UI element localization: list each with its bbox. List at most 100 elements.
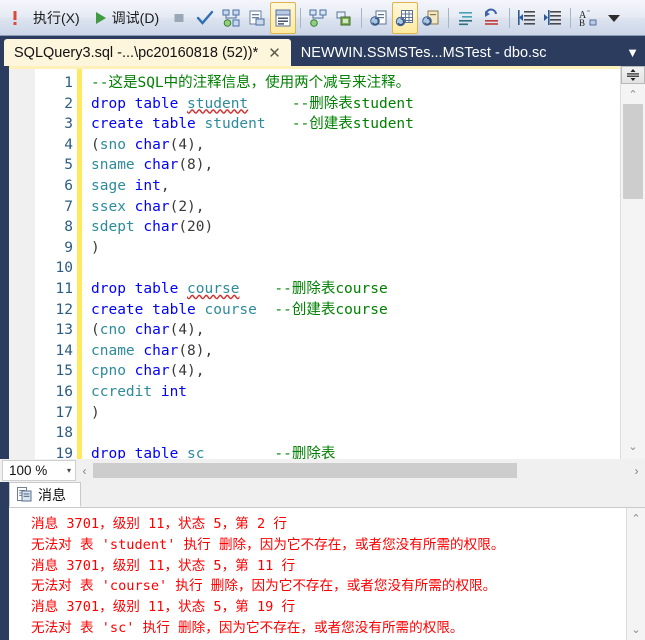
client-statistics-icon: [336, 11, 351, 25]
message-line: 无法对 表 'sc' 执行 删除，因为它不存在，或者您没有所需的权限。: [31, 619, 464, 636]
run-error-icon-button[interactable]: [2, 3, 28, 33]
messages-icon: [17, 487, 32, 502]
toolbar-overflow-button[interactable]: [601, 3, 627, 33]
tab-messages[interactable]: 消息: [9, 482, 81, 507]
hscroll-track[interactable]: [93, 462, 628, 479]
line-number: 16: [55, 383, 73, 400]
hscroll-thumb[interactable]: [93, 463, 517, 478]
chevron-down-icon[interactable]: ▾: [67, 466, 71, 475]
line-content: drop table sc --删除表: [91, 445, 336, 459]
parse-check-button[interactable]: [192, 3, 218, 33]
results-to-text-button[interactable]: [270, 1, 297, 34]
line-content: cname char(8),: [91, 342, 214, 359]
include-client-statistics-button[interactable]: [331, 3, 357, 33]
code-line[interactable]: 7 ssex char(2),: [9, 197, 620, 218]
display-estimated-plan-button[interactable]: [218, 3, 244, 33]
code-lines[interactable]: 1 --这是SQL中的注释信息，使用两个减号来注释。 2 drop table stu…: [9, 73, 620, 459]
line-number: 18: [55, 425, 73, 442]
line-number: 8: [64, 219, 73, 236]
zoom-selector[interactable]: 100 % ▾: [2, 460, 76, 481]
message-line: 无法对 表 'student' 执行 删除，因为它不存在，或者您没有所需的权限。: [31, 536, 505, 553]
line-content: create table student --创建表student: [91, 116, 414, 133]
exclamation-icon: [13, 10, 17, 25]
scroll-up-arrow[interactable]: ⌃: [621, 86, 645, 103]
message-line: 消息 3701，级别 11，状态 5，第 2 行: [31, 516, 287, 532]
code-line[interactable]: 2 drop table student --删除表student: [9, 94, 620, 115]
line-number: 2: [64, 95, 73, 112]
close-icon[interactable]: ✕: [268, 44, 281, 62]
code-line[interactable]: 6 sage int,: [9, 176, 620, 197]
line-content: sage int,: [91, 177, 170, 194]
results-to-file-icon: [422, 10, 439, 26]
line-content: create table course --创建表course: [91, 301, 388, 318]
tab-overflow-icon[interactable]: ▼: [626, 39, 645, 66]
code-line[interactable]: 11 drop table course --删除表course: [9, 279, 620, 300]
include-actual-plan-button[interactable]: [305, 3, 331, 33]
line-number: 11: [55, 280, 73, 297]
query-toolbar: 执行(X) 调试(D) A B: [0, 0, 645, 36]
results-to-text-icon: [275, 9, 291, 26]
editor-surface[interactable]: 1 --这是SQL中的注释信息，使用两个减号来注释。 2 drop table stu…: [9, 69, 620, 459]
stop-button[interactable]: [166, 3, 192, 33]
code-line[interactable]: 15 cpno char(4),: [9, 361, 620, 382]
actual-plan-icon: [309, 9, 327, 27]
code-line[interactable]: 13 (cno char(4),: [9, 320, 620, 341]
editor-split-button[interactable]: [621, 66, 645, 84]
messages-vertical-scrollbar[interactable]: ⌃ ⌄: [626, 508, 645, 640]
line-content: sname char(8),: [91, 157, 214, 174]
line-content: ): [91, 404, 100, 421]
scroll-down-arrow[interactable]: ⌄: [621, 438, 645, 455]
code-line[interactable]: 14 cname char(8),: [9, 341, 620, 362]
query-options-button[interactable]: [244, 3, 270, 33]
line-number: 14: [55, 342, 73, 359]
toolbar-separator-5: [570, 7, 572, 28]
results-to-grid-button[interactable]: [392, 1, 419, 34]
messages-scroll-down-arrow[interactable]: ⌄: [627, 621, 645, 638]
code-line[interactable]: 17): [9, 403, 620, 424]
increase-indent-icon: [544, 9, 562, 25]
line-number: 7: [64, 198, 73, 215]
estimated-plan-icon: [222, 9, 240, 27]
uncomment-lines-icon: [485, 7, 499, 25]
uncomment-lines-button[interactable]: [479, 3, 505, 33]
hscroll-right-arrow[interactable]: ›: [628, 460, 645, 481]
tab-label: SQLQuery3.sql -...\pc20160818 (52))*: [14, 44, 259, 61]
results-to-text2-button[interactable]: [366, 3, 392, 33]
line-content: (sno char(4),: [91, 136, 205, 153]
messages-scroll-up-arrow[interactable]: ⌃: [627, 510, 645, 527]
code-line[interactable]: 9): [9, 238, 620, 259]
decrease-indent-icon: [518, 9, 536, 25]
specify-values-button[interactable]: A B: [575, 3, 601, 33]
editor-scroll-thumb[interactable]: [623, 104, 643, 199]
line-number: 12: [55, 301, 73, 318]
decrease-indent-button[interactable]: [514, 3, 540, 33]
code-line[interactable]: 5 sname char(8),: [9, 155, 620, 176]
code-line[interactable]: 10: [9, 258, 620, 279]
hscroll-left-arrow[interactable]: ‹: [76, 460, 93, 481]
code-line[interactable]: 18: [9, 423, 620, 444]
messages-output[interactable]: 消息 3701，级别 11，状态 5，第 2 行无法对 表 'student' …: [9, 508, 626, 640]
messages-tab-row: 消息: [9, 482, 645, 508]
code-line[interactable]: 19 drop table sc --删除表: [9, 444, 620, 459]
tab-sqlquery3[interactable]: SQLQuery3.sql -...\pc20160818 (52))* ✕: [4, 39, 291, 66]
chevron-down-icon: [608, 14, 621, 22]
line-number: 17: [55, 404, 73, 421]
results-to-file-button[interactable]: [418, 3, 444, 33]
code-line[interactable]: 8 sdept char(20): [9, 217, 620, 238]
messages-inner: 消息 消息 3701，级别 11，状态 5，第 2 行无法对 表 'studen…: [9, 482, 645, 640]
code-line[interactable]: 3 create table student --创建表student: [9, 114, 620, 135]
tab-newwin-ssmstest[interactable]: NEWWIN.SSMSTes...MSTest - dbo.sc: [291, 39, 555, 66]
code-line[interactable]: 4 (sno char(4),: [9, 135, 620, 156]
comment-lines-button[interactable]: [453, 3, 479, 33]
line-content: sdept char(20): [91, 219, 214, 236]
line-content: ccredit int: [91, 383, 188, 400]
code-line[interactable]: 12 create table course --创建表course: [9, 300, 620, 321]
increase-indent-button[interactable]: [540, 3, 566, 33]
code-line[interactable]: 1 --这是SQL中的注释信息，使用两个减号来注释。: [9, 73, 620, 94]
debug-button[interactable]: 调试(D): [87, 3, 166, 33]
editor-vertical-scrollbar[interactable]: ⌃ ⌄: [620, 66, 645, 459]
ab-sort-icon: A B: [579, 10, 597, 28]
execute-button[interactable]: 执行(X): [28, 3, 87, 33]
messages-left-rail: [0, 482, 9, 640]
code-line[interactable]: 16 ccredit int: [9, 382, 620, 403]
